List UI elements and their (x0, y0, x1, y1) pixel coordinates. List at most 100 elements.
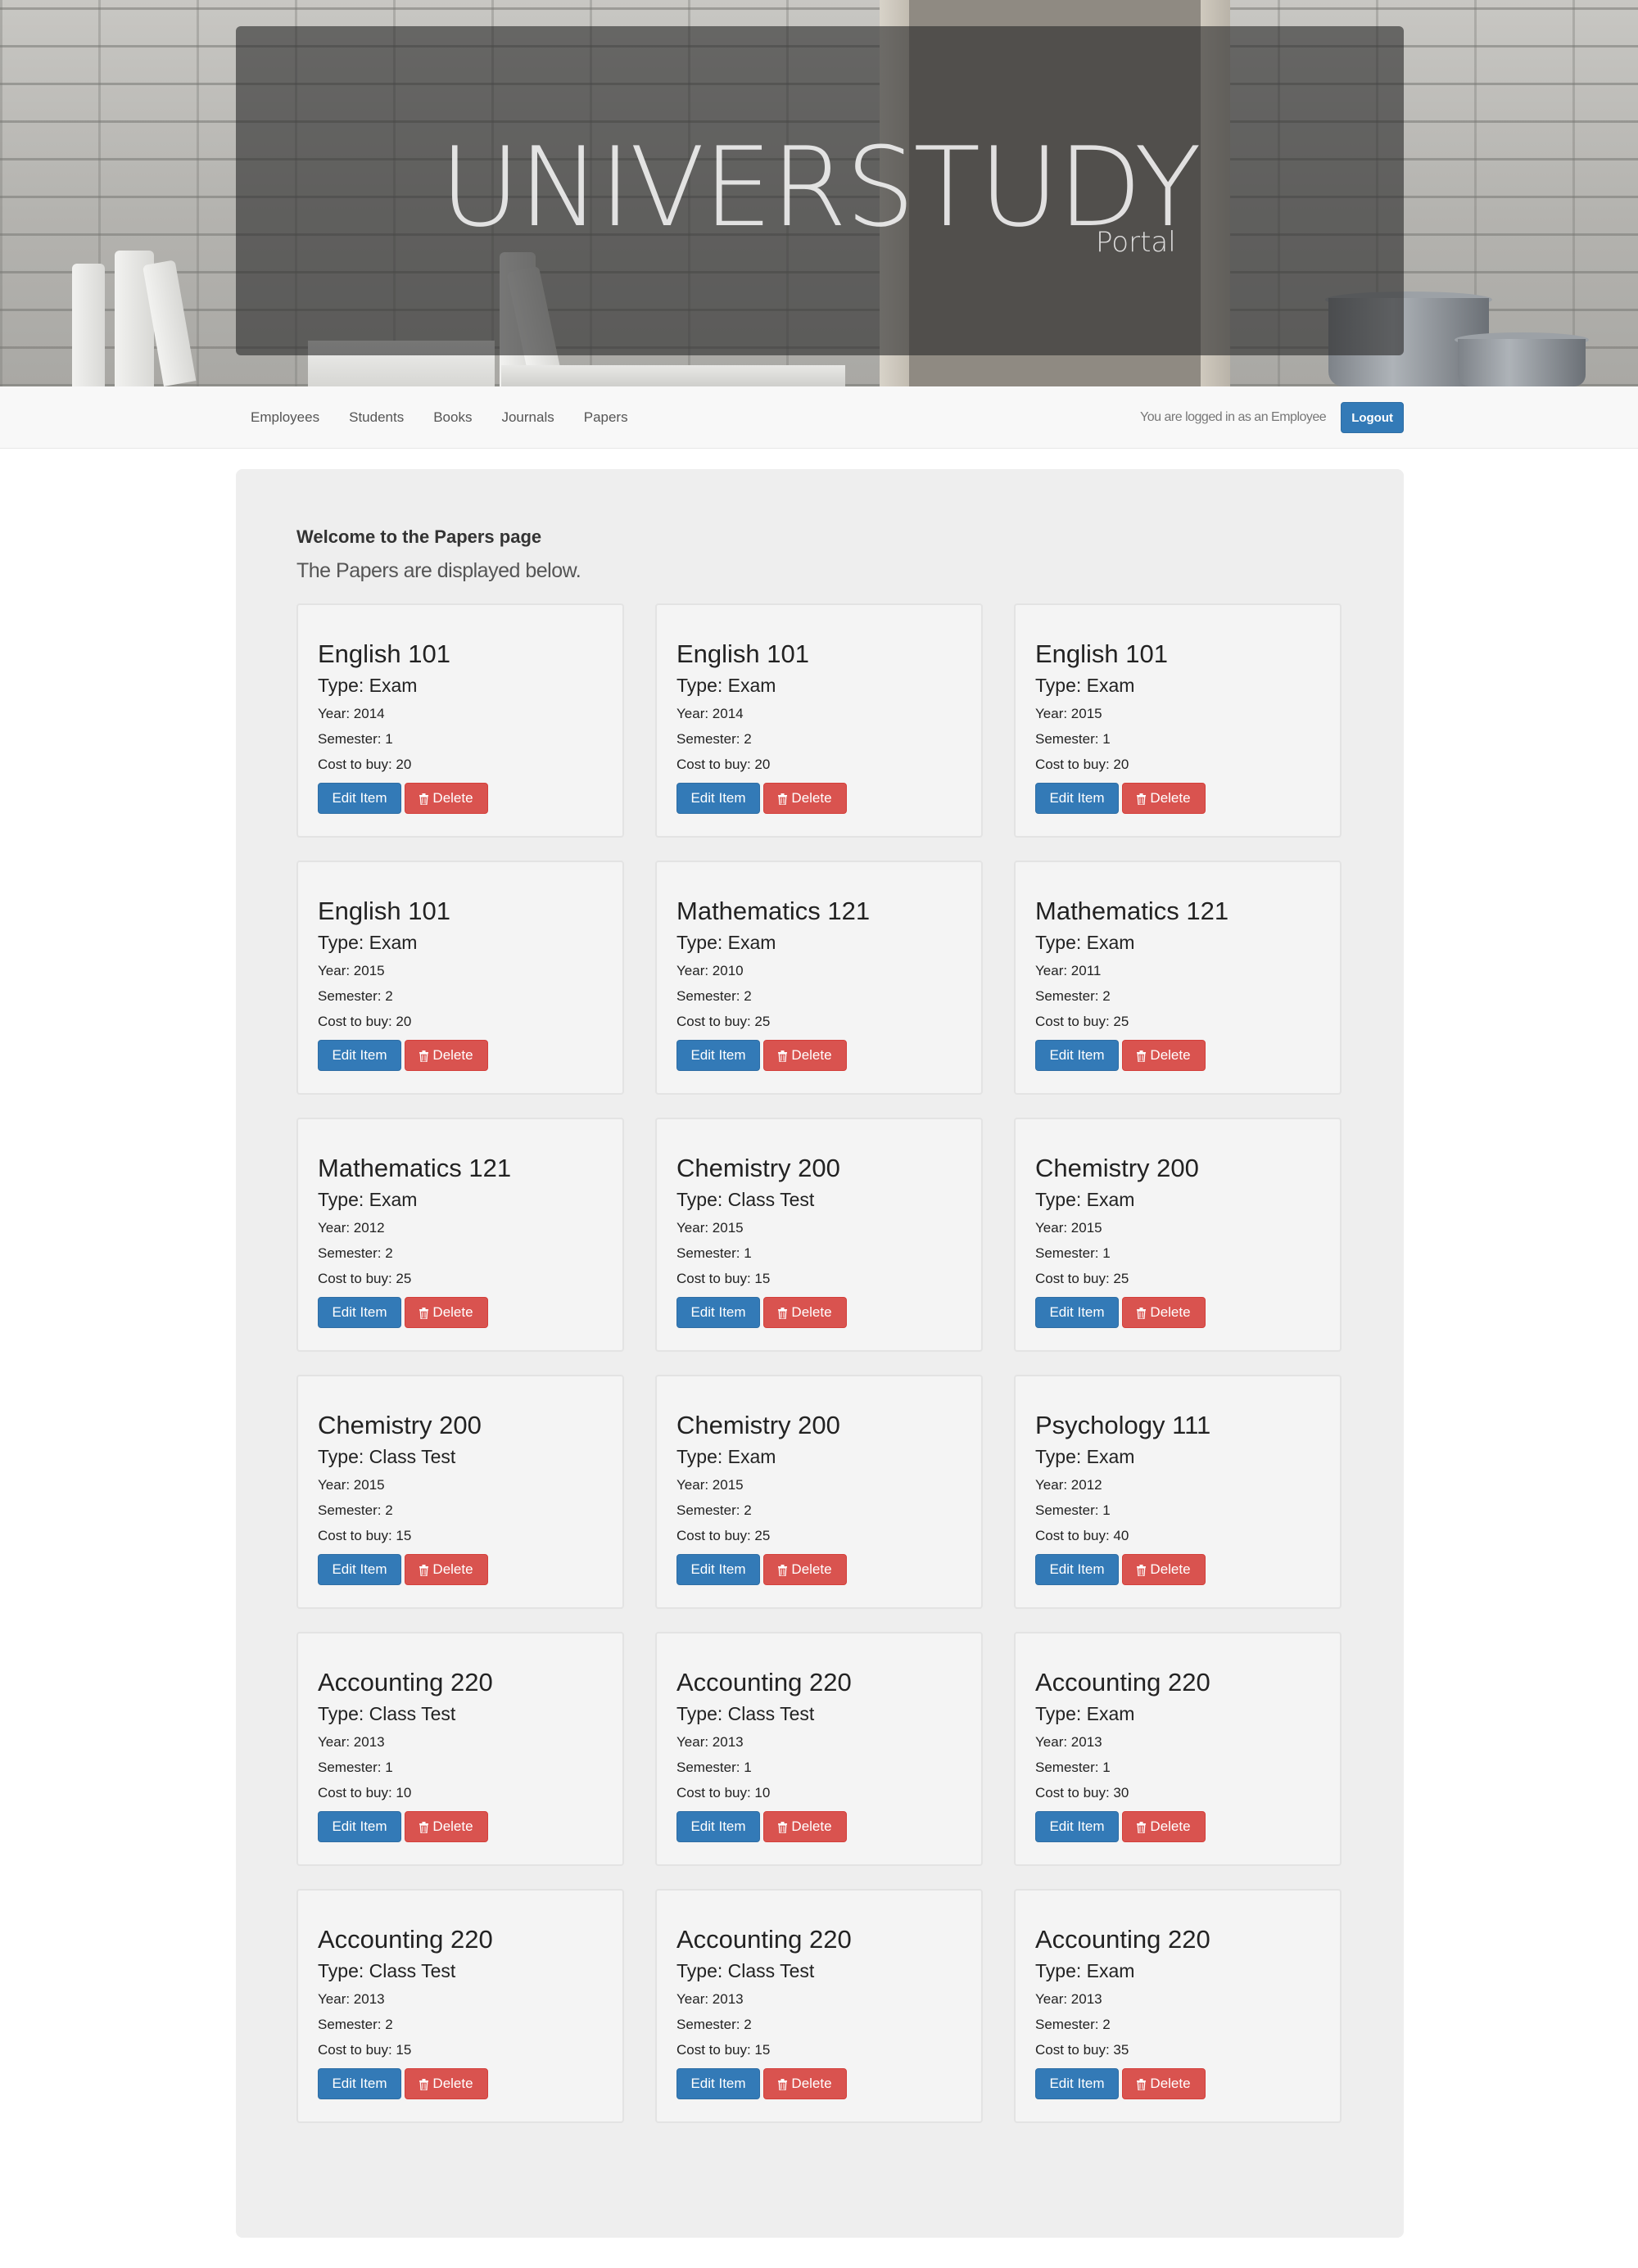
delete-button[interactable]: Delete (405, 1554, 488, 1585)
edit-item-button[interactable]: Edit Item (1035, 1811, 1119, 1842)
trash-icon (419, 1307, 429, 1320)
delete-button[interactable]: Delete (1122, 1040, 1206, 1071)
delete-button[interactable]: Delete (1122, 783, 1206, 814)
paper-cost: Cost to buy: 20 (1035, 757, 1129, 772)
paper-type: Type: Exam (676, 675, 776, 696)
delete-button[interactable]: Delete (763, 1040, 847, 1071)
delete-button-label: Delete (432, 1047, 473, 1063)
delete-button-label: Delete (1150, 1818, 1191, 1834)
paper-year: Year: 2015 (676, 1220, 744, 1236)
edit-item-button[interactable]: Edit Item (1035, 1554, 1119, 1585)
paper-year: Year: 2013 (676, 1991, 744, 2007)
paper-title: Accounting 220 (676, 1668, 852, 1696)
paper-cost: Cost to buy: 10 (318, 1785, 412, 1800)
edit-item-button[interactable]: Edit Item (318, 2068, 401, 2099)
delete-button[interactable]: Delete (763, 2068, 847, 2099)
edit-item-button[interactable]: Edit Item (1035, 2068, 1119, 2099)
paper-year: Year: 2013 (1035, 1991, 1102, 2007)
delete-button-label: Delete (432, 1304, 473, 1320)
edit-item-button[interactable]: Edit Item (676, 1554, 760, 1585)
delete-button[interactable]: Delete (763, 1554, 847, 1585)
nav-link-books[interactable]: Books (433, 409, 472, 426)
edit-item-button[interactable]: Edit Item (676, 1811, 760, 1842)
paper-cost: Cost to buy: 25 (1035, 1014, 1129, 1029)
edit-item-button[interactable]: Edit Item (676, 783, 760, 814)
paper-title: Chemistry 200 (676, 1154, 840, 1182)
nav-link-journals[interactable]: Journals (501, 409, 554, 426)
edit-item-button[interactable]: Edit Item (1035, 783, 1119, 814)
trash-icon (419, 2078, 429, 2091)
logout-button[interactable]: Logout (1341, 402, 1404, 433)
card-actions: Edit Item Delete (676, 1811, 962, 1842)
delete-button[interactable]: Delete (405, 2068, 488, 2099)
paper-title: English 101 (318, 897, 451, 925)
card-actions: Edit Item Delete (1035, 1811, 1320, 1842)
edit-item-button[interactable]: Edit Item (318, 1811, 401, 1842)
paper-year: Year: 2013 (676, 1734, 744, 1750)
brand-overlay: UNIVERSTUDY Portal (236, 26, 1404, 355)
paper-semester: Semester: 2 (676, 988, 752, 1004)
nav-link-papers[interactable]: Papers (584, 409, 628, 426)
paper-year: Year: 2015 (1035, 706, 1102, 721)
paper-type: Type: Exam (1035, 1703, 1135, 1724)
paper-cost: Cost to buy: 25 (676, 1528, 771, 1543)
paper-year: Year: 2014 (318, 706, 385, 721)
edit-item-button[interactable]: Edit Item (318, 783, 401, 814)
delete-button-label: Delete (1150, 1561, 1191, 1577)
delete-button-label: Delete (1150, 1304, 1191, 1320)
delete-button-label: Delete (432, 1561, 473, 1577)
main-panel: Welcome to the Papers page The Papers ar… (236, 469, 1404, 2238)
delete-button[interactable]: Delete (405, 1297, 488, 1328)
card-actions: Edit Item Delete (676, 1554, 962, 1585)
paper-type: Type: Exam (318, 1189, 418, 1210)
card-actions: Edit Item Delete (318, 1554, 603, 1585)
delete-button-label: Delete (791, 1047, 832, 1063)
page-lead: The Papers are displayed below. (296, 559, 581, 582)
paper-title: Accounting 220 (676, 1925, 852, 1954)
delete-button-label: Delete (791, 790, 832, 806)
delete-button[interactable]: Delete (763, 783, 847, 814)
edit-item-button[interactable]: Edit Item (676, 1297, 760, 1328)
edit-item-button[interactable]: Edit Item (1035, 1040, 1119, 1071)
delete-button[interactable]: Delete (763, 1811, 847, 1842)
delete-button[interactable]: Delete (405, 783, 488, 814)
card-actions: Edit Item Delete (676, 2068, 962, 2099)
delete-button[interactable]: Delete (763, 1297, 847, 1328)
paper-cost: Cost to buy: 35 (1035, 2042, 1129, 2058)
paper-cost: Cost to buy: 30 (1035, 1785, 1129, 1800)
edit-item-button[interactable]: Edit Item (1035, 1297, 1119, 1328)
card-actions: Edit Item Delete (1035, 2068, 1320, 2099)
card-actions: Edit Item Delete (1035, 783, 1320, 814)
card-actions: Edit Item Delete (676, 1040, 962, 1071)
paper-cost: Cost to buy: 10 (676, 1785, 771, 1800)
nav-link-employees[interactable]: Employees (251, 409, 319, 426)
paper-semester: Semester: 1 (1035, 731, 1111, 747)
edit-item-button[interactable]: Edit Item (318, 1554, 401, 1585)
trash-icon (419, 1564, 429, 1577)
paper-year: Year: 2014 (676, 706, 744, 721)
edit-item-button[interactable]: Edit Item (676, 2068, 760, 2099)
paper-card: English 101 Type: Exam Year: 2015 Semester:… (1014, 603, 1342, 838)
delete-button[interactable]: Delete (1122, 1554, 1206, 1585)
paper-card: Mathematics 121 Type: Exam Year: 2012 Semes… (296, 1118, 624, 1352)
paper-semester: Semester: 1 (1035, 1245, 1111, 1261)
paper-title: Mathematics 121 (318, 1154, 512, 1182)
delete-button[interactable]: Delete (1122, 1297, 1206, 1328)
delete-button[interactable]: Delete (1122, 2068, 1206, 2099)
paper-cost: Cost to buy: 25 (676, 1014, 771, 1029)
delete-button[interactable]: Delete (405, 1811, 488, 1842)
paper-title: Chemistry 200 (1035, 1154, 1199, 1182)
card-actions: Edit Item Delete (676, 783, 962, 814)
paper-semester: Semester: 2 (318, 1245, 393, 1261)
paper-card: Chemistry 200 Type: Class Test Year: 2015 S… (296, 1375, 624, 1609)
edit-item-button[interactable]: Edit Item (318, 1297, 401, 1328)
paper-card: Accounting 220 Type: Class Test Year: 2013… (296, 1632, 624, 1866)
delete-button[interactable]: Delete (405, 1040, 488, 1071)
edit-item-button[interactable]: Edit Item (676, 1040, 760, 1071)
trash-icon (1137, 2078, 1147, 2091)
delete-button[interactable]: Delete (1122, 1811, 1206, 1842)
paper-cost: Cost to buy: 15 (676, 1271, 771, 1286)
nav-link-students[interactable]: Students (349, 409, 404, 426)
edit-item-button[interactable]: Edit Item (318, 1040, 401, 1071)
paper-title: English 101 (1035, 639, 1169, 668)
